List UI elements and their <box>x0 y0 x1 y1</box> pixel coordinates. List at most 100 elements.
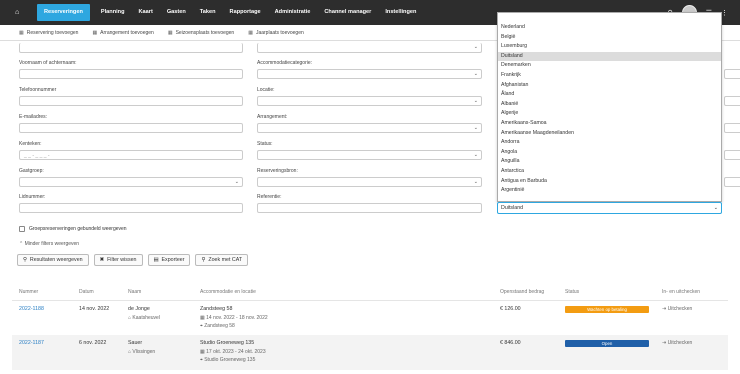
nav-planning[interactable]: Planning <box>94 0 132 25</box>
arrangement-select[interactable]: ⌄ <box>257 123 482 133</box>
chevron-down-icon: ⌄ <box>473 98 478 104</box>
nav-instellingen[interactable]: Instellingen <box>378 0 423 25</box>
country-dropdown-list[interactable]: Nederland België Luxemburg Duitsland Den… <box>497 12 722 202</box>
country-option-highlighted[interactable]: Duitsland <box>498 51 721 62</box>
partial-field-third[interactable] <box>724 177 740 187</box>
checkbox-box[interactable] <box>19 226 25 232</box>
reservation-number[interactable]: 2022-1187 <box>19 340 44 346</box>
stay-period: ▦ 17 okt. 2023 - 24 okt. 2023 <box>200 349 266 355</box>
country-option[interactable]: Amerikaans-Samoa <box>498 119 721 129</box>
less-filters-link[interactable]: ⌃ Minder filters weergeven <box>19 241 79 247</box>
table-row[interactable]: 2022-1188 14 nov. 2022 de Jonge ⌂ Kaatsh… <box>12 300 728 335</box>
less-filters-label: Minder filters weergeven <box>24 241 80 247</box>
partial-field-third[interactable] <box>724 69 740 79</box>
partial-field-left[interactable] <box>19 43 243 53</box>
guest-place-text: Vlissingen <box>132 349 156 355</box>
guest-name: Sauer <box>128 340 143 346</box>
nav-channel-manager[interactable]: Channel manager <box>317 0 378 25</box>
country-option[interactable]: Afghanistan <box>498 81 721 91</box>
nav-gasten[interactable]: Gasten <box>160 0 193 25</box>
show-results-button[interactable]: ⚲ Resultaten weergeven <box>17 254 89 266</box>
nav-administratie[interactable]: Administratie <box>268 0 318 25</box>
country-option[interactable]: Anguilla <box>498 157 721 167</box>
clear-filter-button[interactable]: ✖ Filter wissen <box>93 254 143 266</box>
country-option[interactable]: Åland <box>498 90 721 100</box>
source-select[interactable]: ⌄ <box>257 177 482 187</box>
home-icon: ⌂ <box>128 315 132 321</box>
country-option[interactable]: Amerikaanse Maagdeneilanden <box>498 129 721 139</box>
reference-input[interactable] <box>257 203 482 213</box>
table-row[interactable]: 2022-1187 6 nov. 2022 Sauer ⌂ Vlissingen… <box>12 335 728 370</box>
checkout-button[interactable]: ⇥ Uitchecken <box>662 340 692 346</box>
group-bundle-checkbox[interactable]: Groepsreserveringen gebundeld weergeven <box>19 226 127 232</box>
nav-kaart[interactable]: Kaart <box>132 0 160 25</box>
partial-field-right[interactable]: ⌄ <box>257 43 482 53</box>
guest-place: ⌂ Kaatsheuvel <box>128 315 160 321</box>
country-option[interactable]: Frankrijk <box>498 71 721 81</box>
export-button[interactable]: ▤ Exporteer <box>147 254 191 266</box>
add-reservation-button[interactable]: ▦ Reservering toevoegen <box>19 30 78 36</box>
add-year-spot-button[interactable]: ▦ Jaarplaats toevoegen <box>248 30 304 36</box>
license-input[interactable]: _ _ - _ _ _ - <box>19 150 243 160</box>
add-season-spot-button[interactable]: ▦ Seizoensplaats toevoegen <box>168 30 234 36</box>
dropdown-blank-option[interactable] <box>498 13 721 23</box>
calendar-icon: ▦ <box>19 29 24 36</box>
guest-name: de Jonge <box>128 306 150 312</box>
email-label: E-mailadres: <box>19 114 48 120</box>
chevron-down-icon: ⌄ <box>473 125 478 131</box>
partial-field-third[interactable] <box>724 123 740 133</box>
col-bedrag[interactable]: Openstaand bedrag <box>500 289 544 295</box>
col-accommodatie[interactable]: Accommodatie en locatie <box>200 289 256 295</box>
col-naam[interactable]: Naam <box>128 289 141 295</box>
email-input[interactable] <box>19 123 243 133</box>
guestgroup-label: Gastgroep: <box>19 168 44 174</box>
country-option[interactable]: Angola <box>498 148 721 158</box>
accommodation-category-select[interactable]: ⌄ <box>257 69 482 79</box>
nav-rapportage[interactable]: Rapportage <box>223 0 268 25</box>
location-select[interactable]: ⌄ <box>257 96 482 106</box>
col-status[interactable]: Status <box>565 289 579 295</box>
country-option[interactable]: Argentinië <box>498 186 721 196</box>
reservation-number[interactable]: 2022-1188 <box>19 306 44 312</box>
partial-field-third[interactable] <box>724 150 740 160</box>
guestgroup-select[interactable]: ⌄ <box>19 177 243 187</box>
partial-field-third[interactable] <box>724 96 740 106</box>
country-option[interactable]: Antigua en Barbuda <box>498 177 721 187</box>
open-amount: € 846.00 <box>500 340 521 346</box>
calendar-icon: ▦ <box>167 29 173 36</box>
member-label: Lidnummer: <box>19 194 46 200</box>
more-icon[interactable]: ⋮ <box>721 9 728 17</box>
status-select[interactable]: ⌄ <box>257 150 482 160</box>
nav-taken[interactable]: Taken <box>193 0 223 25</box>
reservation-date: 6 nov. 2022 <box>79 340 107 346</box>
country-option[interactable]: Nederland <box>498 23 721 33</box>
cat-search-button[interactable]: ⚲ Zoek met CAT <box>195 254 249 266</box>
checkout-button[interactable]: ⇥ Uitchecken <box>662 306 692 312</box>
guest-place-text: Kaatsheuvel <box>132 315 160 321</box>
col-nummer[interactable]: Nummer <box>19 289 38 295</box>
country-option[interactable]: België <box>498 33 721 43</box>
show-results-label: Resultaten weergeven <box>29 257 83 263</box>
country-option[interactable]: Albanië <box>498 100 721 110</box>
country-select-value: Duitsland <box>501 205 524 211</box>
nav-reserveringen[interactable]: Reserveringen <box>37 4 90 21</box>
name-input[interactable] <box>19 69 243 79</box>
country-option[interactable]: Antarctica <box>498 167 721 177</box>
country-option[interactable]: Algerije <box>498 109 721 119</box>
export-label: Exporteer <box>161 257 185 263</box>
calendar-icon: ▦ <box>92 29 98 36</box>
country-select[interactable]: Duitsland ⌄ <box>497 202 722 214</box>
logout-icon: ⇥ <box>662 306 667 312</box>
source-label: Reserveringsbron: <box>257 168 298 174</box>
col-datum[interactable]: Datum <box>79 289 94 295</box>
member-input[interactable] <box>19 203 243 213</box>
country-option[interactable]: Denemarken <box>498 61 721 71</box>
phone-input[interactable] <box>19 96 243 106</box>
accommodation-name: Zandsteeg 58 <box>200 306 233 312</box>
add-arrangement-button[interactable]: ▦ Arrangement toevoegen <box>92 30 153 36</box>
address-text: Zandsteeg 58 <box>204 323 235 329</box>
country-option[interactable]: Andorra <box>498 138 721 148</box>
country-option[interactable]: Luxemburg <box>498 42 721 52</box>
home-icon[interactable]: ⌂ <box>15 9 33 16</box>
col-checkin[interactable]: In- en uitchecken <box>662 289 700 295</box>
